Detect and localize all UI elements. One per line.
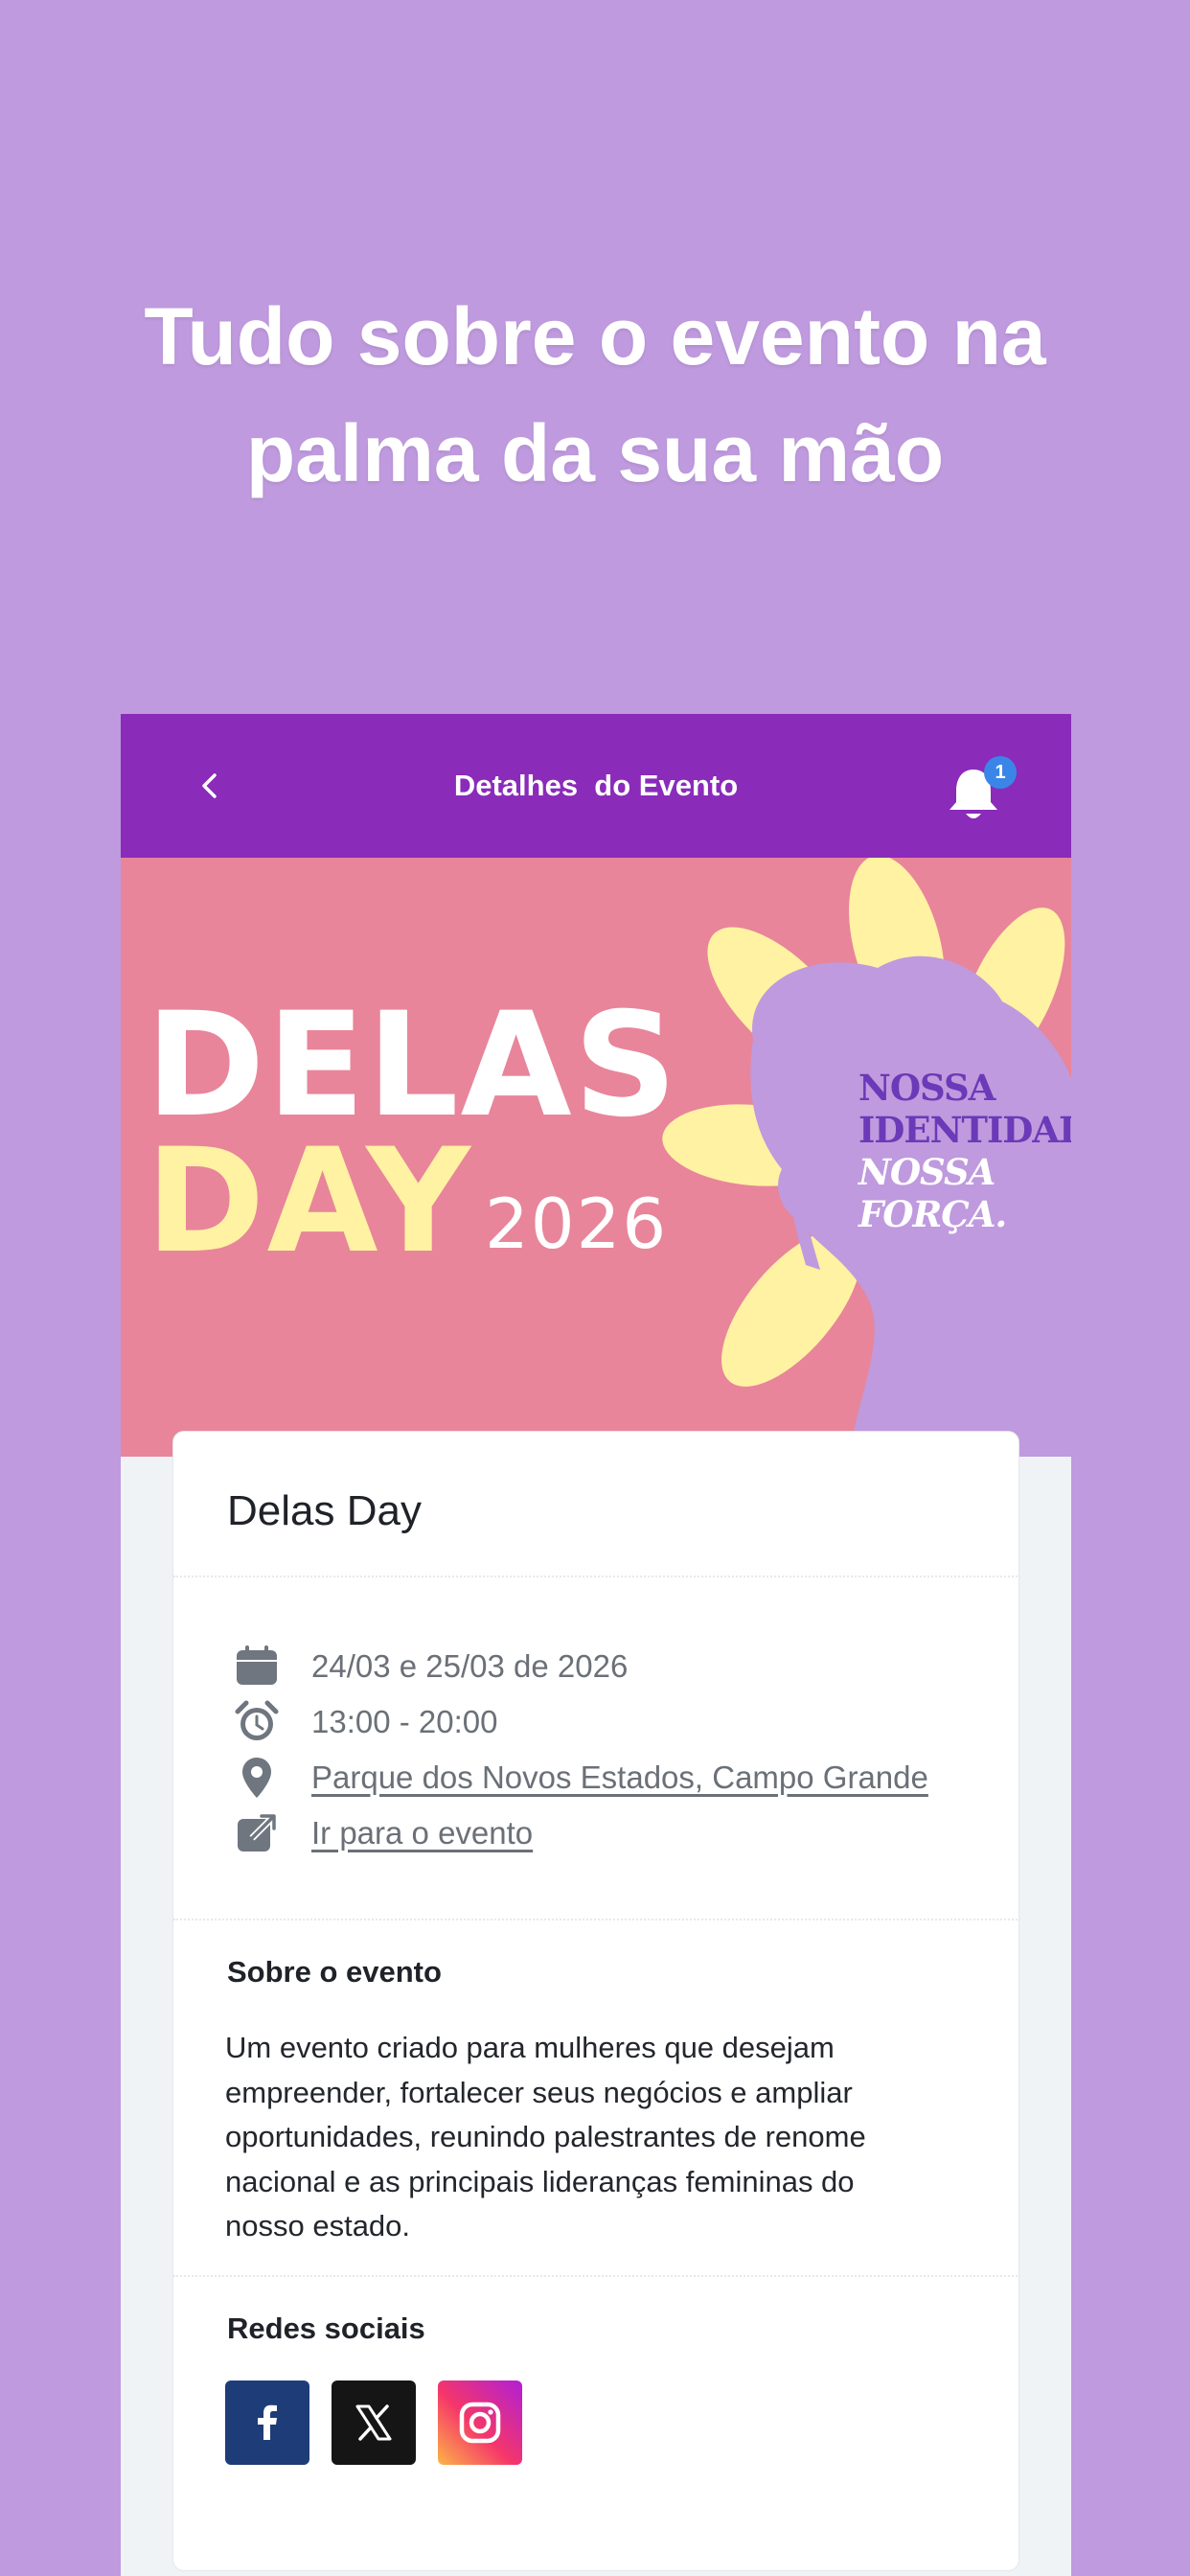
slogan-line-4: FORÇA. [858,1193,1007,1235]
instagram-icon [459,2402,501,2444]
event-date: 24/03 e 25/03 de 2026 [311,1648,629,1684]
banner-year: 2026 [485,1184,669,1264]
about-heading: Sobre o evento [227,1955,442,1989]
event-details-card: Delas Day 24/03 e 25/03 de 2026 13:00 - … [172,1431,1020,2571]
notification-badge: 1 [984,756,1017,789]
go-to-event-link[interactable]: Ir para o evento [311,1815,533,1852]
about-line-4: nacional e as principais lideranças femi… [225,2164,855,2198]
chevron-left-icon[interactable] [186,762,234,810]
about-line-2: empreender, fortalecer seus negócios e a… [225,2075,853,2109]
app-bar-title: Detalhes do Evento [453,769,739,802]
facebook-icon [258,2404,277,2440]
divider [173,2275,1020,2277]
external-link-icon [238,1814,276,1852]
phone-screen: Detalhes do Evento 1 DELAS DAY 2026 NOSS… [121,714,1071,2576]
headline: Tudo sobre o evento na palma da sua mão [0,278,1190,512]
event-title: Delas Day [227,1487,422,1534]
x-button[interactable] [332,2380,416,2465]
notifications-button[interactable]: 1 [940,756,1017,829]
calendar-icon [237,1645,277,1685]
banner-slogan: NOSSA IDENTIDADE. NOSSA FORÇA. [858,1067,1071,1235]
event-banner: DELAS DAY 2026 NOSSA IDENTIDADE. NOSSA F… [121,858,1071,1457]
slogan-line-2: IDENTIDADE. [858,1109,1071,1151]
alarm-clock-icon [235,1700,279,1740]
event-location-link[interactable]: Parque dos Novos Estados, Campo Grande [311,1760,928,1796]
facebook-button[interactable] [225,2380,309,2465]
about-line-1: Um evento criado para mulheres que desej… [225,2031,835,2064]
divider [173,1576,1020,1577]
about-line-3: oportunidades, reunindo palestrantes de … [225,2120,866,2153]
slogan-line-3: NOSSA [858,1151,995,1193]
banner-title-day: DAY [146,1118,472,1285]
headline-line-1: Tudo sobre o evento na [144,291,1046,381]
social-heading: Redes sociais [227,2312,425,2345]
divider [173,1919,1020,1920]
instagram-button[interactable] [438,2380,522,2465]
about-description: Um evento criado para mulheres que desej… [225,2026,982,2249]
app-bar: Detalhes do Evento 1 [121,714,1071,858]
slogan-line-1: NOSSA [858,1067,995,1109]
event-time: 13:00 - 20:00 [311,1704,498,1739]
headline-line-2: palma da sua mão [245,408,945,498]
x-icon [355,2404,392,2441]
map-pin-icon [242,1758,271,1798]
about-line-5: nosso estado. [225,2209,411,2242]
